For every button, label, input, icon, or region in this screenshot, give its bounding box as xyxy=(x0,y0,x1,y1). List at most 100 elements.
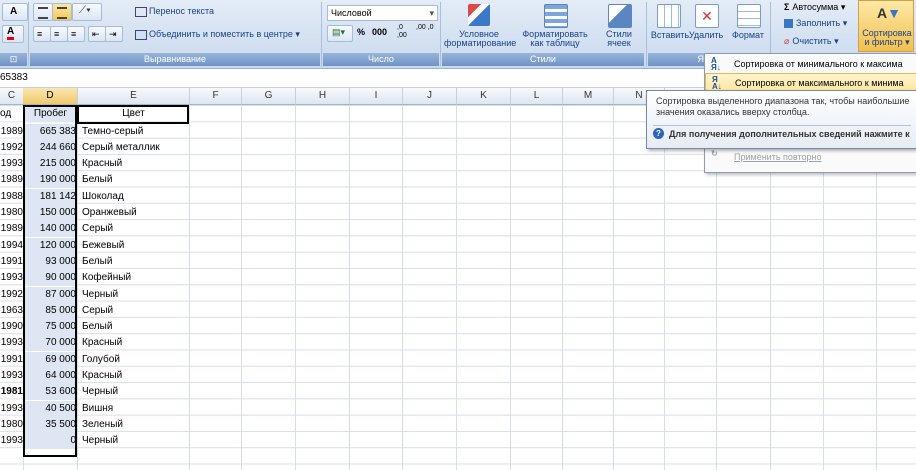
year-cell[interactable]: 1980 xyxy=(0,205,23,221)
sort-descending-item[interactable]: Я А↓ Сортировка от максимального к минима xyxy=(705,73,916,91)
column-header-m[interactable]: M xyxy=(563,88,614,105)
year-cell[interactable]: 1993 xyxy=(0,156,23,172)
wrap-text-label: Перенос текста xyxy=(149,6,215,16)
column-header-d[interactable]: D xyxy=(23,88,78,105)
year-cell[interactable]: 1989 xyxy=(0,221,23,237)
styles-group-label: Стили xyxy=(442,53,644,66)
year-cell[interactable]: 1993 xyxy=(0,433,23,449)
color-cell[interactable]: Оранжевый xyxy=(80,205,192,221)
sort-filter-button[interactable]: A▼ Сортировка и фильтр ▾ xyxy=(858,0,914,52)
eraser-icon: ⌀ xyxy=(784,36,790,46)
percent-button[interactable]: % xyxy=(357,27,365,37)
year-cell[interactable]: 1991 xyxy=(0,254,23,270)
color-cell[interactable]: Вишня xyxy=(80,401,192,417)
font-size-button[interactable]: A xyxy=(2,3,28,21)
year-cell[interactable]: 1993 xyxy=(0,401,23,417)
column-header-f[interactable]: F xyxy=(190,88,242,105)
color-cell[interactable]: Черный xyxy=(80,384,192,400)
column-header-k[interactable]: K xyxy=(457,88,511,105)
year-cell[interactable]: 1992 xyxy=(0,140,23,156)
year-cell[interactable]: 1992 xyxy=(0,287,23,303)
column-header-g[interactable]: G xyxy=(242,88,296,105)
increase-decimal-button[interactable]: ,0 ,00 xyxy=(397,24,413,40)
year-cell[interactable]: 1988 xyxy=(0,189,23,205)
column-header-i[interactable]: I xyxy=(350,88,403,105)
alignment-group-text: Выравнивание xyxy=(144,54,206,64)
reapply-item[interactable]: ↻ Применить повторно xyxy=(705,148,916,166)
insert-cells-button[interactable]: Вставить xyxy=(650,2,689,52)
color-cell[interactable]: Голубой xyxy=(80,352,192,368)
color-cell[interactable]: Белый xyxy=(80,172,192,188)
conditional-format-icon xyxy=(468,4,490,26)
cell-styles-button[interactable]: Стили ячеек xyxy=(594,2,644,52)
format-cells-icon xyxy=(737,4,761,28)
format-as-table-button[interactable]: Форматировать как таблицу xyxy=(520,2,590,52)
orientation-button[interactable]: ⟋▾ xyxy=(72,3,102,21)
year-cell[interactable]: 1963 xyxy=(0,303,23,319)
sort-ascending-item[interactable]: А Я↓ Сортировка от минимального к максима xyxy=(705,55,916,73)
year-cell[interactable]: 1990 xyxy=(0,319,23,335)
color-cell[interactable]: Белый xyxy=(80,254,192,270)
merge-center-label: Объединить и поместить в центре xyxy=(149,29,293,39)
number-format-select[interactable]: Числовой ▾ xyxy=(327,5,438,21)
currency-icon: ▤▾ xyxy=(332,27,346,37)
year-cell[interactable]: 1993 xyxy=(0,335,23,351)
header-year[interactable]: од xyxy=(0,106,22,122)
align-top-button[interactable] xyxy=(33,3,53,21)
delete-cells-icon: ✕ xyxy=(695,4,719,28)
color-cell[interactable]: Кофейный xyxy=(80,270,192,286)
color-cell[interactable]: Красный xyxy=(80,156,192,172)
format-cells-button[interactable]: Формат xyxy=(728,2,768,52)
color-cell[interactable]: Темно-серый xyxy=(80,124,192,140)
conditional-format-button[interactable]: Условное форматирование xyxy=(444,2,516,52)
font-color-button[interactable]: A xyxy=(2,25,24,43)
delete-cells-button[interactable]: ✕ Удалить xyxy=(688,2,724,52)
column-header-c[interactable]: C xyxy=(0,88,24,105)
format-as-table-icon xyxy=(544,4,568,28)
color-cell[interactable]: Красный xyxy=(80,335,192,351)
increase-indent-button[interactable]: ⇥ xyxy=(105,26,123,42)
color-cell[interactable]: Черный xyxy=(80,433,192,449)
color-cell[interactable]: Серый xyxy=(80,221,192,237)
currency-button[interactable]: ▤▾ xyxy=(327,25,353,42)
column-header-l[interactable]: L xyxy=(511,88,563,105)
decrease-decimal-button[interactable]: ,00 ,0 xyxy=(416,24,434,32)
color-cell[interactable]: Бежевый xyxy=(80,238,192,254)
header-border xyxy=(77,105,189,124)
tooltip-help-link[interactable]: Для получения дополнительных сведений на… xyxy=(669,129,910,139)
wrap-text-icon xyxy=(135,6,147,17)
align-center-button[interactable]: ≡ xyxy=(50,26,68,42)
merge-center-button[interactable]: Объединить и поместить в центре ▾ xyxy=(135,29,300,40)
format-cells-label: Формат xyxy=(732,30,764,40)
year-cell[interactable]: 1981 xyxy=(0,384,23,400)
color-cell[interactable]: Шоколад xyxy=(80,189,192,205)
wrap-text-button[interactable]: Перенос текста xyxy=(135,6,214,17)
year-cell[interactable]: 1993 xyxy=(0,270,23,286)
align-right-button[interactable]: ≡ xyxy=(67,26,85,42)
year-cell[interactable]: 1989 xyxy=(0,172,23,188)
fill-button[interactable]: Заполнить ▾ xyxy=(784,18,847,29)
align-middle-button[interactable] xyxy=(52,3,72,21)
align-left-button[interactable]: ≡ xyxy=(33,26,51,42)
color-cell[interactable]: Красный xyxy=(80,368,192,384)
color-cell[interactable]: Серый металлик xyxy=(80,140,192,156)
color-cell[interactable]: Черный xyxy=(80,287,192,303)
year-cell[interactable]: 1993 xyxy=(0,368,23,384)
year-cell[interactable]: 1980 xyxy=(0,417,23,433)
color-cell[interactable]: Серый xyxy=(80,303,192,319)
color-cell[interactable]: Зеленый xyxy=(80,417,192,433)
decrease-indent-button[interactable]: ⇤ xyxy=(88,26,106,42)
year-cell[interactable]: 1989 xyxy=(0,124,23,140)
column-header-e[interactable]: E xyxy=(78,88,190,105)
column-letter: I xyxy=(374,90,378,101)
clear-button[interactable]: ⌀ Очистить ▾ xyxy=(784,36,839,47)
column-header-h[interactable]: H xyxy=(296,88,350,105)
thousands-button[interactable]: 000 xyxy=(372,27,387,37)
year-cell[interactable]: 1994 xyxy=(0,238,23,254)
color-cell[interactable]: Белый xyxy=(80,319,192,335)
year-cell[interactable]: 1991 xyxy=(0,352,23,368)
autosum-button[interactable]: Σ Автосумма ▾ xyxy=(784,2,845,13)
clear-label: Очистить xyxy=(792,36,832,46)
format-as-table-line2: как таблицу xyxy=(530,38,580,48)
column-header-j[interactable]: J xyxy=(403,88,457,105)
